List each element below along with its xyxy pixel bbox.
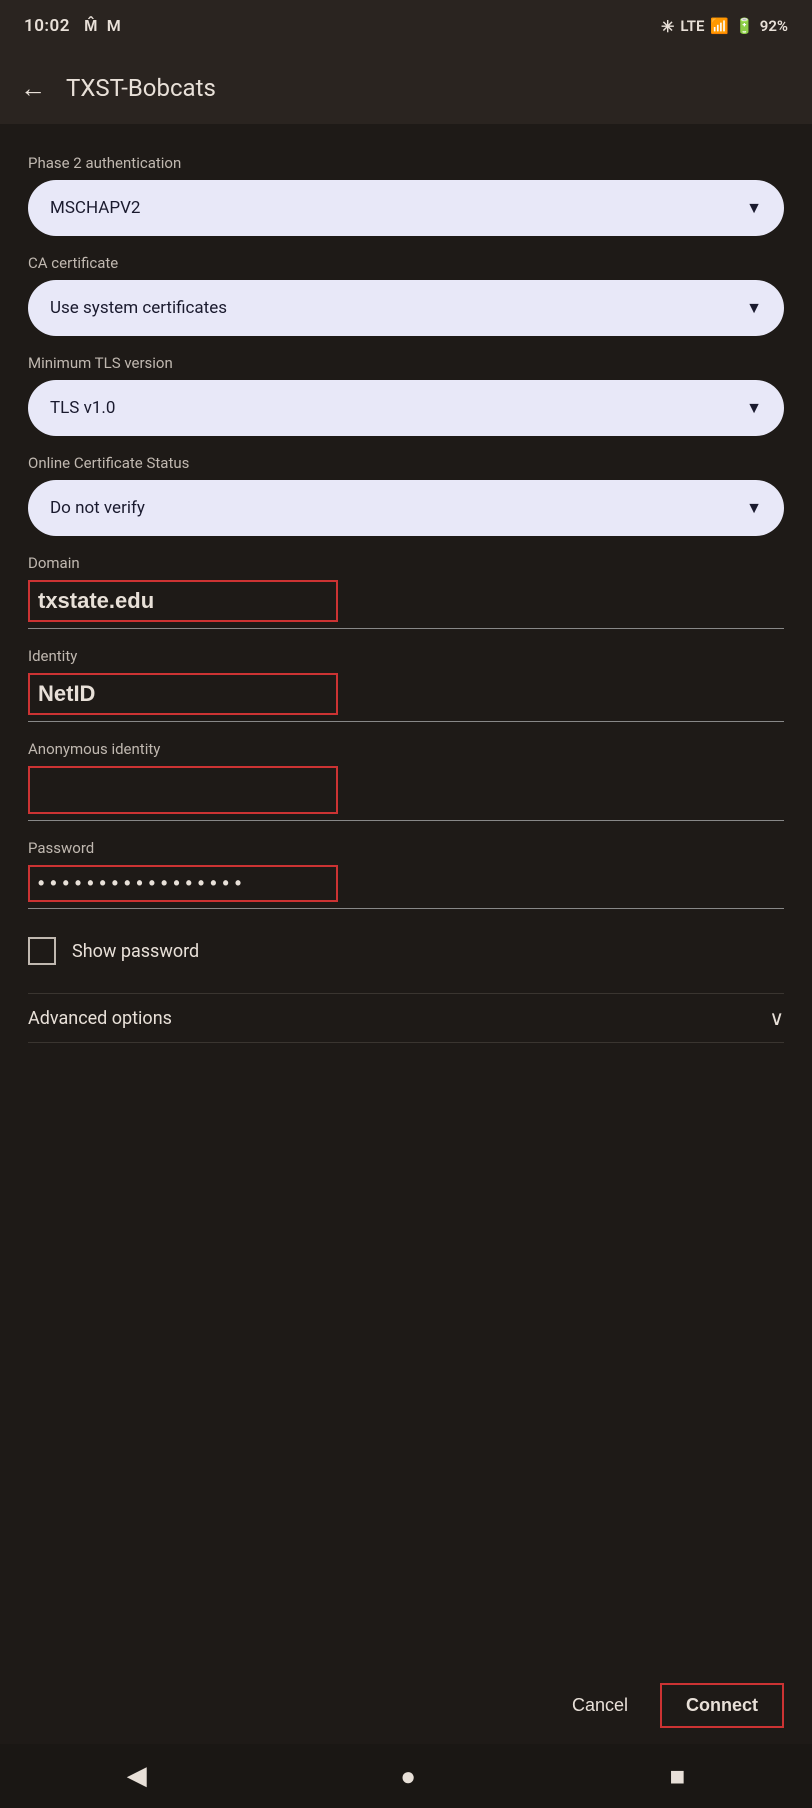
domain-input[interactable] bbox=[38, 588, 328, 614]
advanced-options-chevron-icon: ∨ bbox=[769, 1006, 784, 1030]
lte-label: LTE bbox=[680, 17, 704, 35]
password-input[interactable] bbox=[38, 873, 328, 894]
domain-field-box bbox=[28, 580, 338, 622]
nav-back-icon[interactable]: ◀ bbox=[127, 1761, 147, 1791]
page-title: TXST-Bobcats bbox=[66, 74, 216, 102]
advanced-options-label: Advanced options bbox=[28, 1008, 172, 1029]
min-tls-value: TLS v1.0 bbox=[50, 398, 115, 418]
nav-home-icon[interactable]: ● bbox=[400, 1761, 416, 1792]
domain-container: Domain bbox=[28, 554, 784, 629]
anon-identity-field-box bbox=[28, 766, 338, 814]
show-password-checkbox[interactable] bbox=[28, 937, 56, 965]
password-container: Password bbox=[28, 839, 784, 909]
identity-label: Identity bbox=[28, 647, 784, 665]
bottom-buttons: Cancel Connect bbox=[0, 1663, 812, 1744]
ocsp-chevron-icon: ▼ bbox=[746, 498, 762, 518]
signal-icon: 📶 bbox=[710, 17, 729, 35]
identity-input[interactable] bbox=[38, 681, 328, 707]
app-bar: ← TXST-Bobcats bbox=[0, 52, 812, 124]
battery-icon: 🔋 bbox=[735, 17, 754, 35]
phase2-dropdown[interactable]: MSCHAPV2 ▼ bbox=[28, 180, 784, 236]
phase2-chevron-icon: ▼ bbox=[746, 198, 762, 218]
min-tls-dropdown[interactable]: TLS v1.0 ▼ bbox=[28, 380, 784, 436]
identity-container: Identity bbox=[28, 647, 784, 722]
show-password-label: Show password bbox=[72, 941, 199, 962]
back-button[interactable]: ← bbox=[20, 73, 46, 104]
password-field-box bbox=[28, 865, 338, 902]
anon-identity-label: Anonymous identity bbox=[28, 740, 784, 758]
status-right: ✳ LTE 📶 🔋 92% bbox=[661, 17, 788, 36]
ocsp-dropdown[interactable]: Do not verify ▼ bbox=[28, 480, 784, 536]
anon-identity-container: Anonymous identity bbox=[28, 740, 784, 821]
status-bar: 10:02 M̂ M ✳ LTE 📶 🔋 92% bbox=[0, 0, 812, 52]
identity-field-box bbox=[28, 673, 338, 715]
phase2-label: Phase 2 authentication bbox=[28, 154, 784, 172]
show-password-row: Show password bbox=[28, 937, 784, 965]
min-tls-label: Minimum TLS version bbox=[28, 354, 784, 372]
ca-cert-dropdown[interactable]: Use system certificates ▼ bbox=[28, 280, 784, 336]
domain-label: Domain bbox=[28, 554, 784, 572]
mail-icon-1: M̂ bbox=[84, 16, 98, 35]
connect-button[interactable]: Connect bbox=[660, 1683, 784, 1728]
nav-recents-icon[interactable]: ■ bbox=[670, 1761, 686, 1792]
anon-identity-input[interactable] bbox=[38, 774, 328, 800]
nav-bar: ◀ ● ■ bbox=[0, 1744, 812, 1808]
cancel-button[interactable]: Cancel bbox=[556, 1685, 644, 1726]
advanced-options-row[interactable]: Advanced options ∨ bbox=[28, 993, 784, 1043]
ocsp-value: Do not verify bbox=[50, 498, 145, 518]
password-label: Password bbox=[28, 839, 784, 857]
battery-percent: 92% bbox=[760, 17, 788, 35]
bluetooth-icon: ✳ bbox=[661, 17, 674, 36]
ca-cert-label: CA certificate bbox=[28, 254, 784, 272]
mail-icon-2: M bbox=[107, 16, 122, 35]
status-time: 10:02 M̂ M bbox=[24, 16, 121, 36]
ca-cert-chevron-icon: ▼ bbox=[746, 298, 762, 318]
wifi-config-form: Phase 2 authentication MSCHAPV2 ▼ CA cer… bbox=[0, 124, 812, 1663]
min-tls-chevron-icon: ▼ bbox=[746, 398, 762, 418]
ca-cert-value: Use system certificates bbox=[50, 298, 227, 318]
ocsp-label: Online Certificate Status bbox=[28, 454, 784, 472]
phase2-value: MSCHAPV2 bbox=[50, 198, 140, 218]
